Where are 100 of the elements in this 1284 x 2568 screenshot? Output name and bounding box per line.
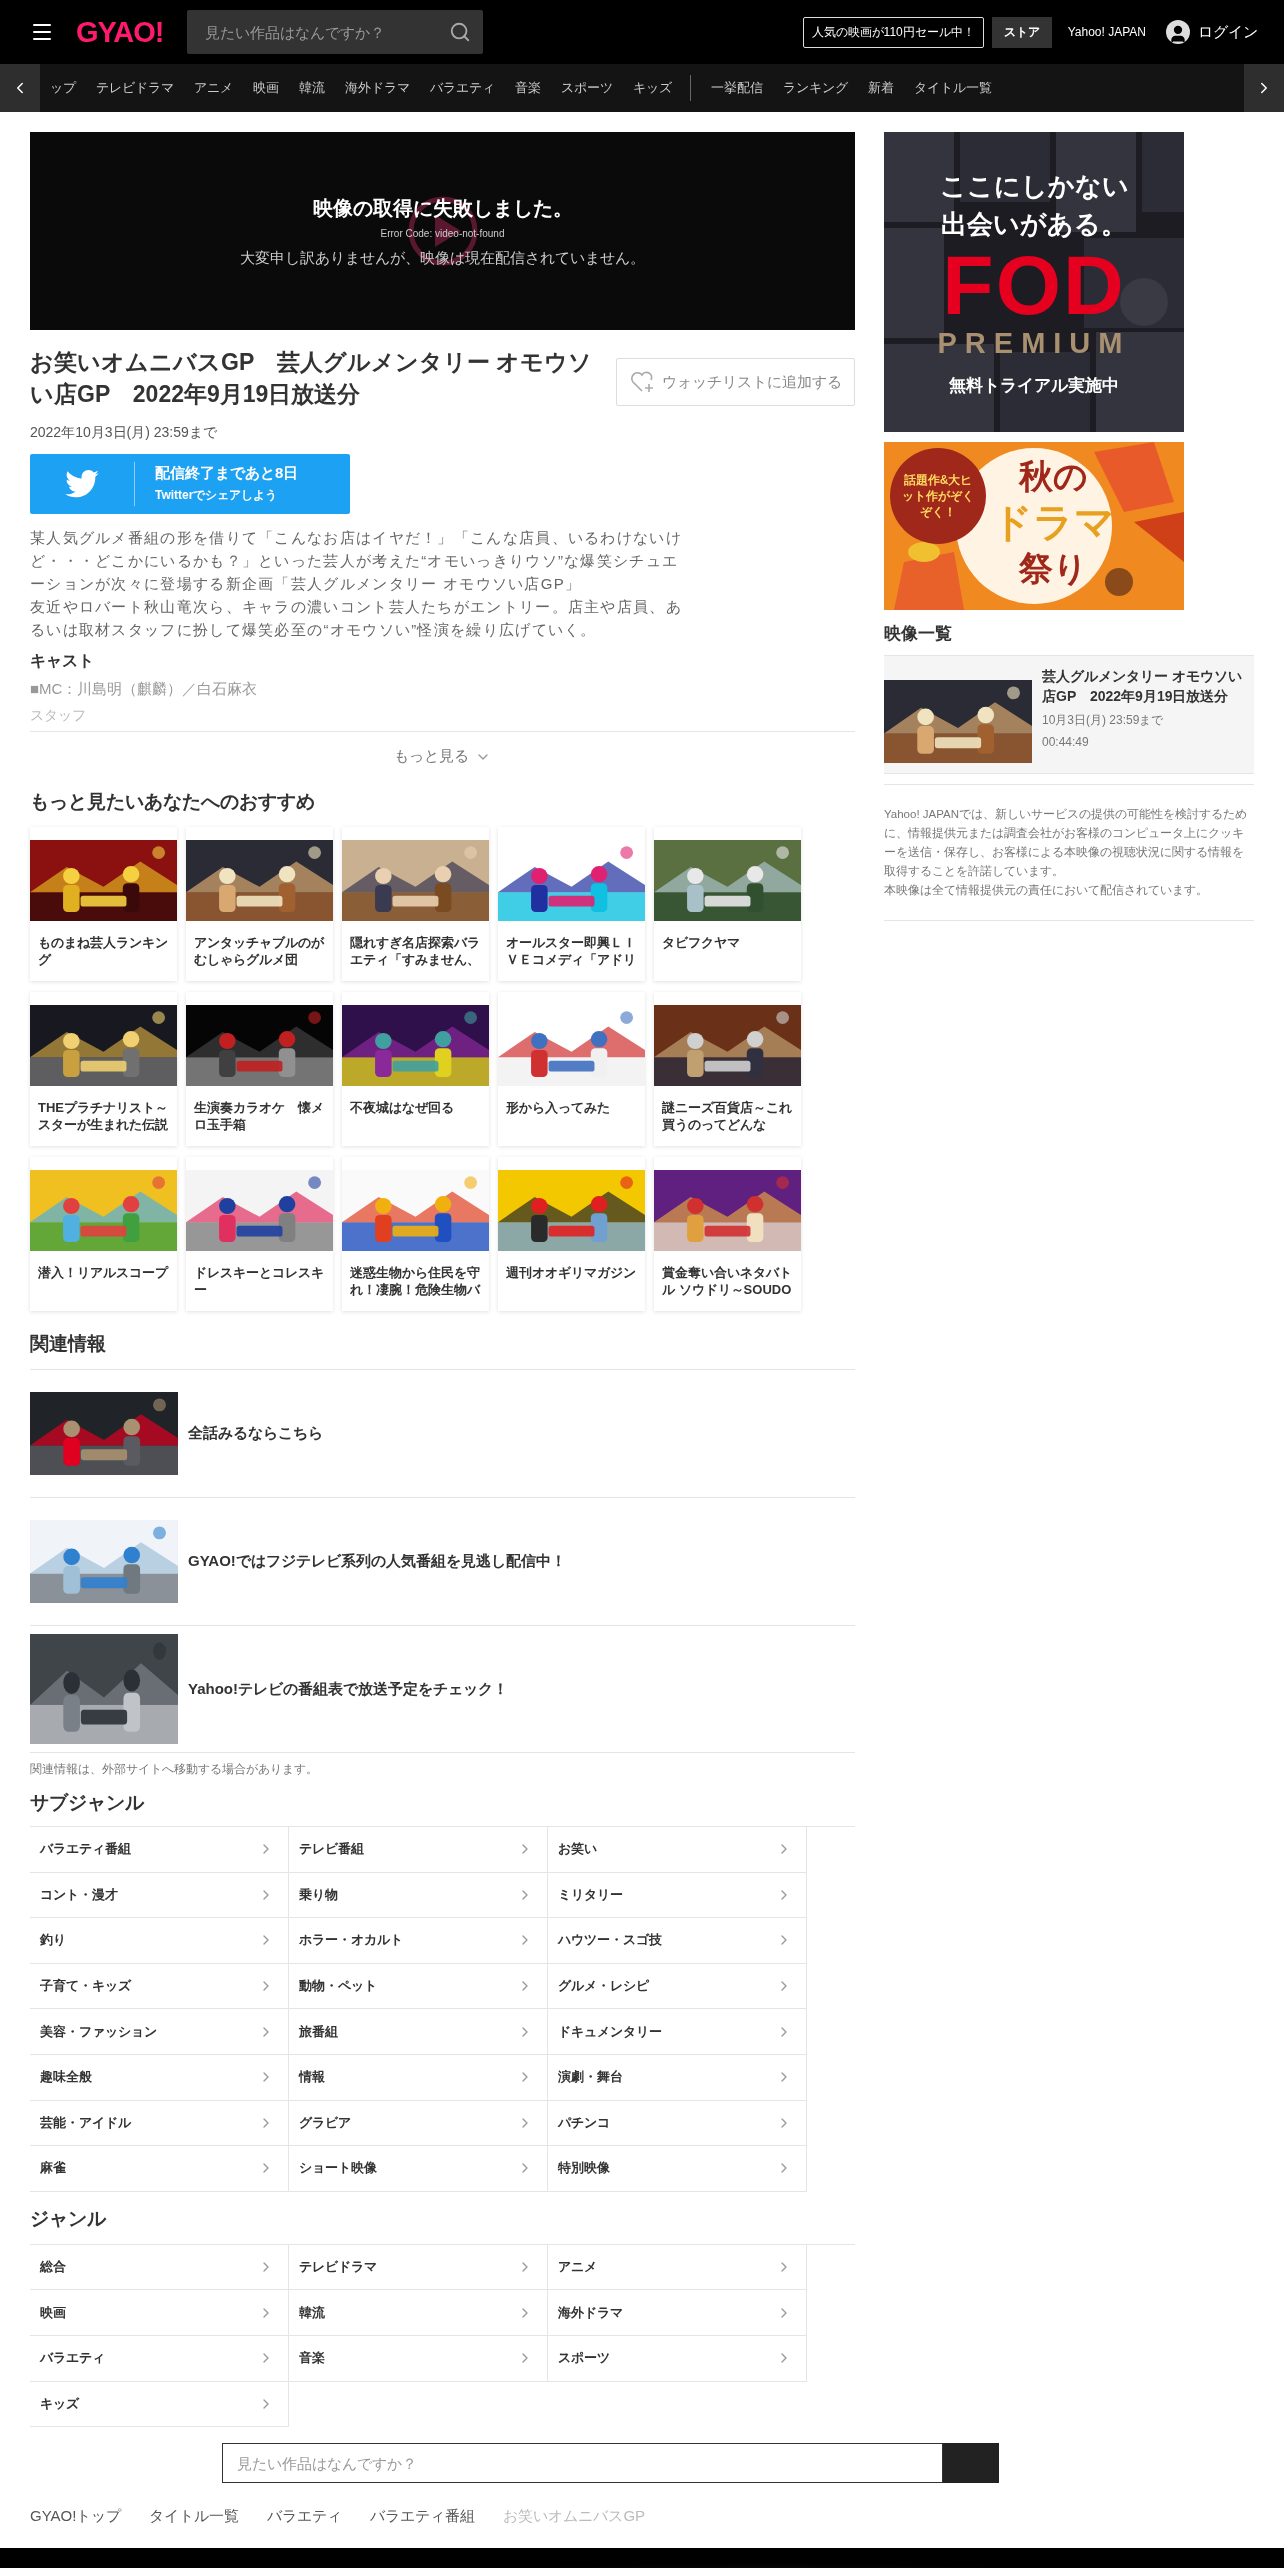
program-card[interactable]: 潜入！リアルスコープ bbox=[30, 1157, 177, 1311]
genre-link[interactable]: スポーツ bbox=[548, 2335, 807, 2382]
cast-text: ■MC：川島明（麒麟）／白石麻衣 bbox=[30, 680, 259, 699]
genre-link[interactable]: バラエティ番組 bbox=[30, 1827, 289, 1873]
watchlist-button[interactable]: ウォッチリストに追加する bbox=[616, 358, 855, 406]
genre-link[interactable]: 麻雀 bbox=[30, 2146, 289, 2192]
program-card[interactable]: 形から入ってみた bbox=[498, 992, 645, 1146]
banner-title: ドラマ bbox=[992, 499, 1115, 546]
genre-link[interactable]: パチンコ bbox=[548, 2100, 807, 2147]
store-button[interactable]: ストア bbox=[991, 16, 1052, 48]
program-card[interactable]: 週刊オオギリマガジン bbox=[498, 1157, 645, 1311]
genre-link[interactable]: 総合 bbox=[30, 2244, 289, 2291]
genre-link[interactable]: ショート映像 bbox=[289, 2146, 548, 2192]
genre-link[interactable]: 情報 bbox=[289, 2054, 548, 2101]
login-link[interactable]: ログイン bbox=[1198, 22, 1258, 42]
related-link[interactable]: Yahoo!テレビの番組表で放送予定をチェック！ bbox=[30, 1626, 855, 1753]
nav-link[interactable]: キッズ bbox=[633, 79, 672, 97]
portal-link[interactable]: Yahoo! JAPAN bbox=[1067, 25, 1146, 39]
related-link[interactable]: 全話みるならこちら bbox=[30, 1370, 855, 1498]
breadcrumb-link[interactable]: バラエティ bbox=[267, 2507, 343, 2527]
nav-link[interactable]: バラエティ bbox=[430, 79, 495, 97]
genre-link[interactable]: テレビドラマ bbox=[289, 2244, 548, 2291]
genre-link[interactable]: 趣味全般 bbox=[30, 2054, 289, 2101]
breadcrumb-link[interactable]: バラエティ番組 bbox=[370, 2507, 476, 2527]
error-message: 大変申し訳ありませんが、映像は現在配信されていません。 bbox=[240, 248, 645, 268]
video-title: 芸人グルメンタリー オモウソい店GP 2022年9月19日放送分 bbox=[1042, 667, 1243, 706]
genre-link[interactable]: ドキュメンタリー bbox=[548, 2009, 807, 2055]
related-link[interactable]: GYAO!ではフジテレビ系列の人気番組を見逃し配信中！ bbox=[30, 1498, 855, 1626]
nav-link[interactable]: ップ bbox=[50, 79, 76, 97]
program-card[interactable]: 賞金奪い合いネタバトル ソウドリ～SOUDO bbox=[654, 1157, 801, 1311]
video-item[interactable]: 芸人グルメンタリー オモウソい店GP 2022年9月19日放送分 10月3日(月) 23:59まで 00:44:49 bbox=[884, 656, 1254, 774]
search-field[interactable]: 見たい作品はなんですか？ bbox=[222, 2443, 943, 2484]
banner-tagline: ここにしかない出会いがある。 bbox=[938, 170, 1130, 241]
program-card[interactable]: 謎ニーズ百貨店～これ買うのってどんな bbox=[654, 992, 801, 1146]
nav-link[interactable]: タイトル一覧 bbox=[914, 79, 992, 97]
section-heading: もっと見たいあなたへのおすすめ bbox=[30, 790, 316, 814]
genre-link[interactable]: アニメ bbox=[548, 2244, 807, 2291]
genre-link[interactable]: 韓流 bbox=[289, 2290, 548, 2336]
genre-link[interactable]: 子育て・キッズ bbox=[30, 1963, 289, 2010]
nav-link[interactable]: アニメ bbox=[194, 79, 233, 97]
banner-offer: 無料トライアル実施中 bbox=[949, 375, 1119, 397]
search-button[interactable] bbox=[943, 2443, 999, 2484]
genre-link[interactable]: バラエティ bbox=[30, 2335, 289, 2382]
program-card[interactable]: ものまね芸人ランキング bbox=[30, 827, 177, 981]
genre-link[interactable]: ハウツー・スゴ技 bbox=[548, 1918, 807, 1964]
genre-link[interactable]: グルメ・レシピ bbox=[548, 1963, 807, 2010]
genre-link[interactable]: 釣り bbox=[30, 1918, 289, 1964]
nav-link[interactable]: 映画 bbox=[253, 79, 279, 97]
genre-link[interactable]: ホラー・オカルト bbox=[289, 1918, 548, 1964]
nav-link[interactable]: テレビドラマ bbox=[96, 79, 174, 97]
nav-link[interactable]: 韓流 bbox=[299, 79, 325, 97]
nav-link[interactable]: 音楽 bbox=[515, 79, 541, 97]
program-card[interactable]: 隠れすぎ名店探索バラエティ「すみません、 bbox=[342, 827, 489, 981]
video-player[interactable]: 映像の取得に失敗しました。 Error Code: video-not-found 大変申し訳ありませんが、映像は現在配信されていません。 bbox=[30, 132, 855, 330]
genre-link[interactable]: 動物・ペット bbox=[289, 1963, 548, 2010]
fod-banner[interactable]: ここにしかない出会いがある。 FOD PREMIUM 無料トライアル実施中 bbox=[884, 132, 1184, 432]
nav-link[interactable]: 一挙配信 bbox=[711, 79, 763, 97]
program-card[interactable]: 不夜城はなぜ回る bbox=[342, 992, 489, 1146]
genre-link[interactable]: 芸能・アイドル bbox=[30, 2100, 289, 2147]
genre-link[interactable]: 特別映像 bbox=[548, 2146, 807, 2192]
disclaimer-text: Yahoo! JAPANでは、新しいサービスの提供の可能性を検討するために、情報提供元または調査会社がお客様のコンピュータ上にクッキーを送信・保存し、お客様による本映像の視聴状況に関する情報を取得することを許諾しています。 bbox=[884, 807, 1248, 879]
program-card[interactable]: ドレスキーとコレスキー bbox=[186, 1157, 333, 1311]
disclaimer-text: 本映像は全て情報提供元の責任において配信されています。 bbox=[884, 883, 1209, 898]
search-field[interactable]: 見たい作品はなんですか？ bbox=[187, 10, 484, 54]
promo-link[interactable]: 人気の映画が110円セール中！ bbox=[802, 16, 984, 48]
nav-link[interactable]: 新着 bbox=[868, 79, 894, 97]
video-until: 10月3日(月) 23:59まで bbox=[1042, 712, 1165, 728]
genre-link[interactable]: お笑い bbox=[548, 1827, 807, 1873]
section-heading: 関連情報 bbox=[30, 1331, 855, 1370]
genre-link[interactable]: キッズ bbox=[30, 2381, 289, 2428]
show-more-button[interactable]: もっと見る bbox=[388, 746, 497, 767]
program-card[interactable]: タビフクヤマ bbox=[654, 827, 801, 981]
section-heading: ジャンル bbox=[30, 2206, 107, 2231]
nav-link[interactable]: ランキング bbox=[783, 79, 848, 97]
genre-link[interactable]: 乗り物 bbox=[289, 1872, 548, 1919]
nav-link[interactable]: スポーツ bbox=[561, 79, 613, 97]
breadcrumb-link[interactable]: GYAO!トップ bbox=[30, 2507, 122, 2527]
genre-link[interactable]: ミリタリー bbox=[548, 1872, 807, 1919]
breadcrumb-link[interactable]: タイトル一覧 bbox=[149, 2507, 240, 2527]
genre-link[interactable]: 音楽 bbox=[289, 2335, 548, 2382]
genre-link[interactable]: 海外ドラマ bbox=[548, 2290, 807, 2336]
nav-link[interactable]: 海外ドラマ bbox=[345, 79, 410, 97]
logo[interactable]: GYAO! bbox=[76, 15, 164, 49]
program-card[interactable]: THEプラチナリスト～スターが生まれた伝説 bbox=[30, 992, 177, 1146]
genre-link[interactable]: 旅番組 bbox=[289, 2009, 548, 2055]
availability-date: 2022年10月3日(月) 23:59まで bbox=[30, 424, 218, 442]
program-card[interactable]: オールスター即興ＬＩＶＥコメディ「アドリ bbox=[498, 827, 645, 981]
program-card[interactable]: アンタッチャブルのがむしゃらグルメ団 bbox=[186, 827, 333, 981]
genre-link[interactable]: コント・漫才 bbox=[30, 1872, 289, 1919]
video-duration: 00:44:49 bbox=[1042, 734, 1090, 750]
genre-link[interactable]: 美容・ファッション bbox=[30, 2009, 289, 2055]
genre-link[interactable]: 演劇・舞台 bbox=[548, 2054, 807, 2101]
tier-label: PREMIUM bbox=[937, 327, 1131, 360]
genre-link[interactable]: テレビ番組 bbox=[289, 1827, 548, 1873]
search-icon[interactable] bbox=[449, 21, 472, 43]
genre-link[interactable]: グラビア bbox=[289, 2100, 548, 2147]
program-card[interactable]: 生演奏カラオケ 懐メロ玉手箱 bbox=[186, 992, 333, 1146]
genre-link[interactable]: 映画 bbox=[30, 2290, 289, 2336]
program-card[interactable]: 迷惑生物から住民を守れ！凄腕！危険生物バ bbox=[342, 1157, 489, 1311]
user-icon[interactable] bbox=[1166, 20, 1190, 44]
